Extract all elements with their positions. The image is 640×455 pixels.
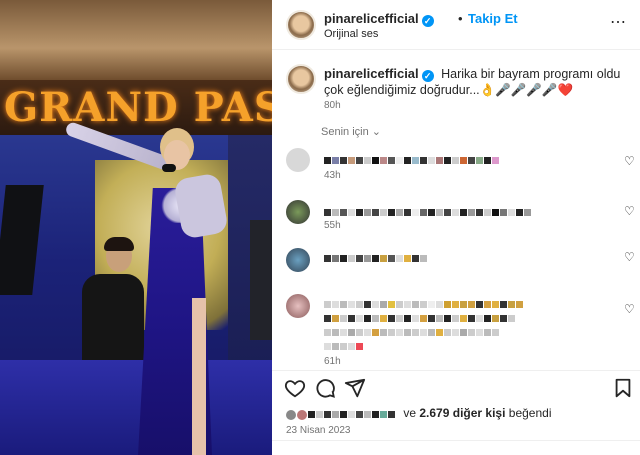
likes-count[interactable]: 2.679 diğer kişi xyxy=(419,406,505,420)
liker-avatars-blurred xyxy=(286,407,396,421)
likes-suffix: beğendi xyxy=(508,406,552,420)
comment-like-heart-icon[interactable]: ♡ xyxy=(624,204,635,218)
send-icon[interactable] xyxy=(344,377,366,399)
venue-sign: GRAND PAS xyxy=(4,84,272,131)
blurred-comment-text xyxy=(324,250,428,264)
caption-username[interactable]: pinarelicefficial ✓ xyxy=(324,66,434,82)
blurred-comment-text xyxy=(324,204,532,218)
audio-label[interactable]: Orijinal ses xyxy=(324,28,378,40)
speaker xyxy=(250,220,272,340)
comment-item: ♡ xyxy=(272,248,640,278)
caption-text: pinarelicefficial ✓ Harika bir bayram pro… xyxy=(324,66,624,98)
post-media[interactable]: GRAND PAS xyxy=(0,0,272,455)
like-heart-icon[interactable] xyxy=(284,377,306,399)
caption-time[interactable]: 80h xyxy=(324,100,341,111)
comment-time: 61h xyxy=(324,356,341,367)
comment-sort-dropdown[interactable]: Senin için ⌄ xyxy=(321,125,381,138)
ceiling-lights xyxy=(0,0,272,80)
post-header: pinarelicefficial ✓ • Takip Et Orijinal s… xyxy=(272,0,640,50)
more-options-icon[interactable]: ⋯ xyxy=(610,12,627,32)
separator-dot: • xyxy=(458,11,463,26)
comment-item: 43h ♡ xyxy=(272,148,640,182)
commenter-avatar[interactable] xyxy=(286,248,310,272)
comment-like-heart-icon[interactable]: ♡ xyxy=(624,302,635,316)
blurred-comment-text xyxy=(324,298,624,351)
post-panel: pinarelicefficial ✓ • Takip Et Orijinal s… xyxy=(272,0,640,455)
post-caption: pinarelicefficial ✓ Harika bir bayram pro… xyxy=(272,58,640,120)
comment-like-heart-icon[interactable]: ♡ xyxy=(624,250,635,264)
commenter-avatar[interactable] xyxy=(286,148,310,172)
singer xyxy=(64,120,240,455)
comment-time: 55h xyxy=(324,220,341,231)
likes-prefix: ve xyxy=(403,406,417,420)
divider xyxy=(272,440,640,441)
comment-time: 43h xyxy=(324,170,341,181)
verified-icon: ✓ xyxy=(421,15,434,27)
comment-item: 55h ♡ xyxy=(272,200,640,234)
bookmark-icon[interactable] xyxy=(612,377,634,399)
comment-item: 61h ♡ xyxy=(272,294,640,368)
post-date[interactable]: 23 Nisan 2023 xyxy=(286,425,351,436)
commenter-avatar[interactable] xyxy=(286,294,310,318)
post-action-bar xyxy=(272,370,640,404)
verified-icon: ✓ xyxy=(421,70,434,82)
comment-like-heart-icon[interactable]: ♡ xyxy=(624,154,635,168)
author-avatar[interactable] xyxy=(286,10,316,40)
caption-avatar[interactable] xyxy=(286,64,316,94)
follow-button[interactable]: Takip Et xyxy=(468,11,518,26)
likes-summary[interactable]: ve 2.679 diğer kişi beğendi xyxy=(286,406,552,422)
commenter-avatar[interactable] xyxy=(286,200,310,224)
author-username[interactable]: pinarelicefficial ✓ xyxy=(324,11,434,27)
blurred-comment-text xyxy=(324,152,500,166)
comment-icon[interactable] xyxy=(314,377,336,399)
